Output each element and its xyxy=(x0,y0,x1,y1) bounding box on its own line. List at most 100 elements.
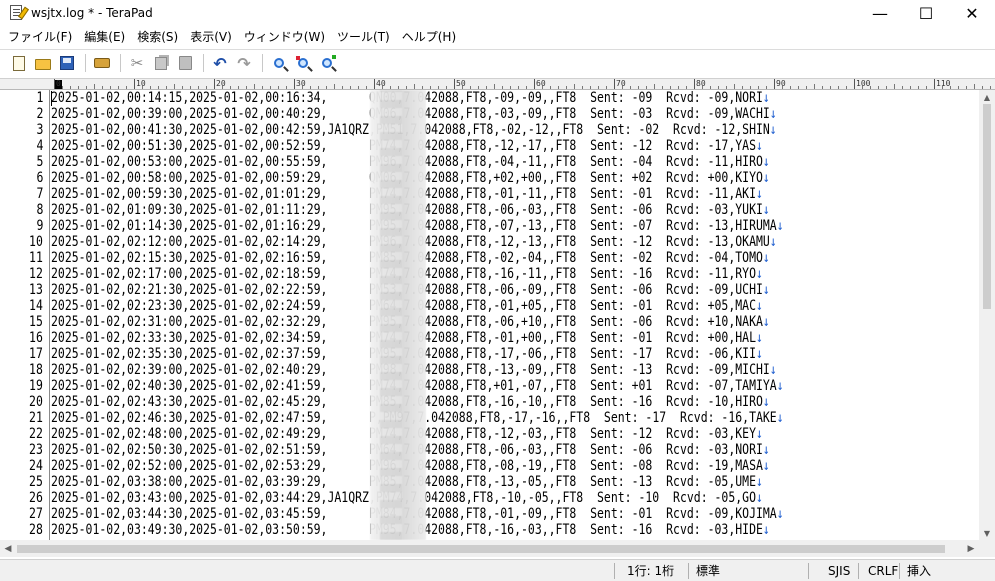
ruler-tick xyxy=(942,86,943,89)
line-number: 3 xyxy=(36,122,43,138)
redacted-gap xyxy=(327,458,368,474)
ruler-tick xyxy=(798,86,799,89)
redacted-gap xyxy=(327,282,368,298)
ruler-label: 60 xyxy=(534,79,546,89)
paste-button[interactable] xyxy=(174,52,196,74)
ruler-tick xyxy=(878,86,879,89)
horizontal-scrollbar[interactable]: ◀ ▶ xyxy=(0,540,979,557)
ruler-tick xyxy=(126,86,127,89)
redacted-callsign-area xyxy=(370,90,426,540)
menu-help[interactable]: ヘルプ(H) xyxy=(396,28,462,47)
scroll-left-arrow-icon[interactable]: ◀ xyxy=(0,540,16,557)
floppy-disk-icon xyxy=(60,56,74,70)
text-editor-area[interactable]: 1 2 3 4 5 6 7 8 9 10 11 12 13 14 15 16 17 18 19 20 21 22 23 24 2… xyxy=(0,90,979,540)
ruler-tick xyxy=(326,86,327,89)
ruler-tick xyxy=(446,86,447,89)
redo-button[interactable]: ↷ xyxy=(233,52,255,74)
vertical-scrollbar[interactable]: ▲ ▼ xyxy=(979,90,995,540)
scrollbar-corner xyxy=(979,540,995,557)
menu-view[interactable]: 表示(V) xyxy=(184,28,238,47)
ruler-tick xyxy=(758,86,759,89)
ruler-tick xyxy=(870,86,871,89)
scroll-up-arrow-icon[interactable]: ▲ xyxy=(979,90,995,104)
new-file-button[interactable] xyxy=(8,52,30,74)
ruler-tick xyxy=(174,84,175,89)
ruler-tick xyxy=(182,86,183,89)
line-number: 15 xyxy=(29,314,43,330)
redacted-gap xyxy=(327,170,368,186)
ruler-tick xyxy=(718,86,719,89)
line-text-left: 2025-01-02,02:52:00,2025-01-02,02:53:29, xyxy=(51,458,328,474)
ruler-tick xyxy=(806,86,807,89)
new-file-icon xyxy=(13,55,25,71)
ruler-tick xyxy=(838,86,839,89)
line-break-arrow-icon: ↓ xyxy=(755,426,763,442)
line-break-arrow-icon: ↓ xyxy=(776,506,784,522)
menu-edit[interactable]: 編集(E) xyxy=(78,28,131,47)
menu-tools[interactable]: ツール(T) xyxy=(331,28,396,47)
window-controls: — ☐ ✕ xyxy=(857,0,995,26)
find-previous-button[interactable] xyxy=(292,52,314,74)
ruler-tick xyxy=(118,86,119,89)
redacted-gap xyxy=(327,522,368,538)
ruler-tick xyxy=(366,86,367,89)
line-break-arrow-icon: ↓ xyxy=(755,330,763,346)
line-break-arrow-icon: ↓ xyxy=(762,170,770,186)
insert-mode-indicator: 挿入 xyxy=(907,564,932,578)
horizontal-scroll-thumb[interactable] xyxy=(17,545,945,553)
redacted-gap xyxy=(327,298,368,314)
line-text-left: 2025-01-02,00:58:00,2025-01-02,00:59:29, xyxy=(51,170,328,186)
line-number: 20 xyxy=(29,394,43,410)
cut-button[interactable]: ✂ xyxy=(126,52,148,74)
terapad-app-icon[interactable] xyxy=(9,5,29,21)
ruler-tick xyxy=(150,86,151,89)
menu-file[interactable]: ファイル(F) xyxy=(2,28,78,47)
line-break-arrow-icon: ↓ xyxy=(762,394,770,410)
line-ending-indicator[interactable]: CRLF xyxy=(868,560,898,581)
window-title: wsjtx.log * - TeraPad xyxy=(31,6,153,20)
line-break-arrow-icon: ↓ xyxy=(762,442,770,458)
ruler-tick xyxy=(822,86,823,89)
copy-button[interactable] xyxy=(150,52,172,74)
line-text-right: PM85,7.042088,FT8,-16,-10,,FT8 Sent: -16… xyxy=(368,394,763,410)
line-text-left: 2025-01-02,02:15:30,2025-01-02,02:16:59, xyxy=(51,250,328,266)
line-text-right: PM53,7.042088,FT8,-06,-09,,FT8 Sent: -06… xyxy=(368,282,763,298)
minimize-button[interactable]: — xyxy=(857,0,903,26)
line-text-right: PM95,7.042088,FT8,-17,-06,,FT8 Sent: -17… xyxy=(368,346,756,362)
menu-search[interactable]: 検索(S) xyxy=(131,28,184,47)
redacted-gap xyxy=(327,218,368,234)
ruler-tick xyxy=(630,86,631,89)
vertical-scroll-thumb[interactable] xyxy=(983,104,991,309)
find-button[interactable] xyxy=(268,52,290,74)
maximize-button[interactable]: ☐ xyxy=(903,0,949,26)
ruler-tick xyxy=(382,86,383,89)
line-text-right: PM85,7.042088,FT8,-13,-05,,FT8 Sent: -13… xyxy=(368,474,756,490)
ruler-tick xyxy=(766,86,767,89)
ruler-tick xyxy=(462,86,463,89)
line-text-left: 2025-01-02,02:23:30,2025-01-02,02:24:59, xyxy=(51,298,328,314)
scroll-down-arrow-icon[interactable]: ▼ xyxy=(979,526,995,540)
open-file-button[interactable] xyxy=(32,52,54,74)
line-break-arrow-icon: ↓ xyxy=(755,490,763,506)
close-button[interactable]: ✕ xyxy=(949,0,995,26)
save-button[interactable] xyxy=(56,52,78,74)
undo-button[interactable]: ↶ xyxy=(209,52,231,74)
ruler-tick xyxy=(710,86,711,89)
line-number: 5 xyxy=(36,154,43,170)
menu-window[interactable]: ウィンドウ(W) xyxy=(238,28,331,47)
line-text-left: 2025-01-02,02:35:30,2025-01-02,02:37:59, xyxy=(51,346,328,362)
ruler-tick xyxy=(494,84,495,89)
scroll-right-arrow-icon[interactable]: ▶ xyxy=(963,540,979,557)
ruler-tick xyxy=(702,86,703,89)
ruler-tick xyxy=(814,84,815,89)
ruler-tick xyxy=(102,86,103,89)
line-text-left: 2025-01-02,01:14:30,2025-01-02,01:16:29, xyxy=(51,218,328,234)
ruler-tick xyxy=(70,86,71,89)
line-break-arrow-icon: ↓ xyxy=(769,234,777,250)
ruler-tick xyxy=(918,86,919,89)
find-next-button[interactable] xyxy=(316,52,338,74)
print-button[interactable] xyxy=(91,52,113,74)
ruler-tick xyxy=(270,86,271,89)
line-text-left: 2025-01-02,00:41:30,2025-01-02,00:42:59,… xyxy=(51,122,376,138)
encoding-indicator[interactable]: SJIS xyxy=(828,560,850,581)
